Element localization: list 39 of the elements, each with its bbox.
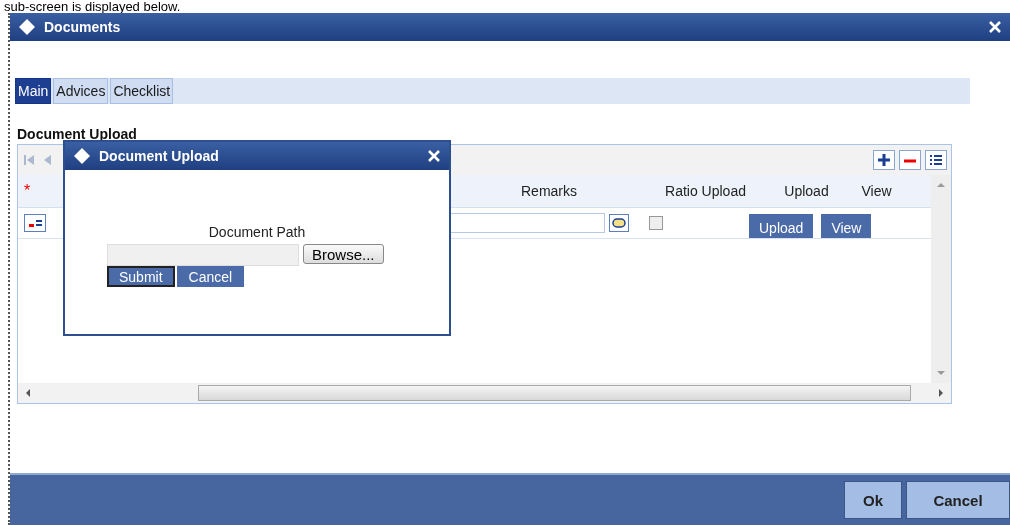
browse-button[interactable]: Browse... bbox=[303, 244, 384, 264]
tab[interactable]: Main bbox=[15, 78, 52, 104]
window-title: Documents bbox=[44, 19, 121, 35]
view-button[interactable]: View bbox=[821, 214, 872, 238]
add-row-button[interactable] bbox=[873, 150, 895, 170]
column-header: Upload bbox=[783, 183, 830, 199]
lookup-icon[interactable] bbox=[609, 214, 629, 232]
plus-icon bbox=[877, 153, 891, 167]
scroll-right-icon[interactable] bbox=[937, 389, 945, 397]
close-button[interactable] bbox=[988, 20, 1002, 34]
column-header: View bbox=[860, 183, 893, 199]
dialog-button[interactable]: Cancel bbox=[176, 266, 245, 287]
diamond-icon bbox=[73, 147, 91, 165]
field-label: Document Path bbox=[208, 224, 306, 240]
upload-button[interactable]: Upload bbox=[749, 214, 814, 238]
section-title: Document Upload bbox=[17, 126, 138, 142]
list-icon bbox=[929, 153, 943, 167]
tab[interactable]: Checklist bbox=[110, 78, 174, 104]
scroll-up-icon[interactable] bbox=[937, 181, 945, 189]
ratio-upload-checkbox[interactable] bbox=[649, 216, 663, 230]
column-header: Remarks bbox=[520, 183, 578, 199]
delete-row-button[interactable] bbox=[899, 150, 921, 170]
list-view-button[interactable] bbox=[925, 150, 947, 170]
scroll-left-icon[interactable] bbox=[24, 389, 32, 397]
horizontal-scrollbar[interactable] bbox=[18, 383, 951, 403]
column-header: Ratio Upload bbox=[664, 183, 747, 199]
document-path-input[interactable] bbox=[107, 244, 299, 266]
close-button[interactable] bbox=[427, 149, 441, 163]
tab[interactable]: Advices bbox=[53, 78, 109, 104]
diamond-icon bbox=[18, 18, 36, 36]
footer-button[interactable]: Cancel bbox=[906, 481, 1010, 519]
dialog-title: Document Upload bbox=[99, 148, 219, 164]
row-detail-icon[interactable] bbox=[24, 214, 46, 232]
scroll-down-icon[interactable] bbox=[937, 369, 945, 377]
vertical-scrollbar[interactable] bbox=[931, 175, 951, 383]
required-mark: * bbox=[23, 182, 32, 200]
footer-button[interactable]: Ok bbox=[844, 481, 902, 519]
caption-text: sub-screen is displayed below. bbox=[3, 0, 182, 13]
dialog-button[interactable]: Submit bbox=[107, 266, 175, 287]
